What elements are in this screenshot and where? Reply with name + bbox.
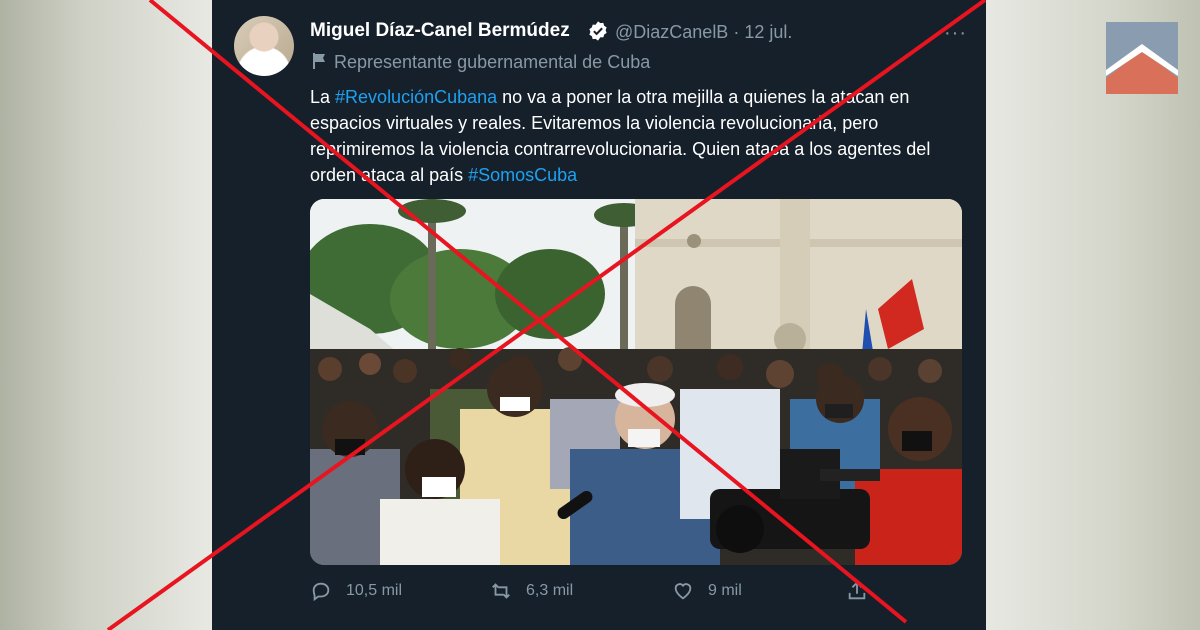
like-button[interactable]: 9 mil [672,580,742,602]
share-button[interactable] [846,580,868,602]
like-count: 9 mil [708,582,742,599]
photo-illustration [310,199,962,565]
heart-icon [674,583,692,600]
retweet-icon [492,583,510,599]
reply-count: 10,5 mil [346,582,403,599]
reply-icon [312,582,330,602]
hashtag-somos-cuba[interactable]: #SomosCuba [468,165,577,185]
reply-button[interactable]: 10,5 mil [310,580,402,602]
brand-logo [1106,22,1178,94]
retweet-count: 6,3 mil [526,582,574,599]
background-right [986,0,1200,630]
tweet-card[interactable]: Miguel Díaz-Canel Bermúdez @DiazCanelB ·… [212,0,986,630]
tweet-text: La #RevoluciónCubana no va a poner la ot… [310,84,970,188]
tweet-text-part: La [310,87,336,107]
more-options-icon[interactable]: ··· [944,22,967,45]
author-name[interactable]: Miguel Díaz-Canel Bermúdez [310,20,570,42]
handle-and-date[interactable]: @DiazCanelB · 12 jul. [615,22,792,43]
flag-icon [313,53,325,69]
tweet-actions: 10,5 mil 6,3 mil 9 mil [310,580,970,610]
background-left [0,0,212,630]
tweet-photo[interactable] [310,199,962,565]
hashtag-revolucion-cubana[interactable]: #RevoluciónCubana [335,87,497,107]
verified-badge-icon [589,21,607,41]
share-icon [848,581,866,600]
government-label: Representante gubernamental de Cuba [334,52,651,72]
retweet-button[interactable]: 6,3 mil [490,580,573,602]
avatar[interactable] [234,16,294,76]
